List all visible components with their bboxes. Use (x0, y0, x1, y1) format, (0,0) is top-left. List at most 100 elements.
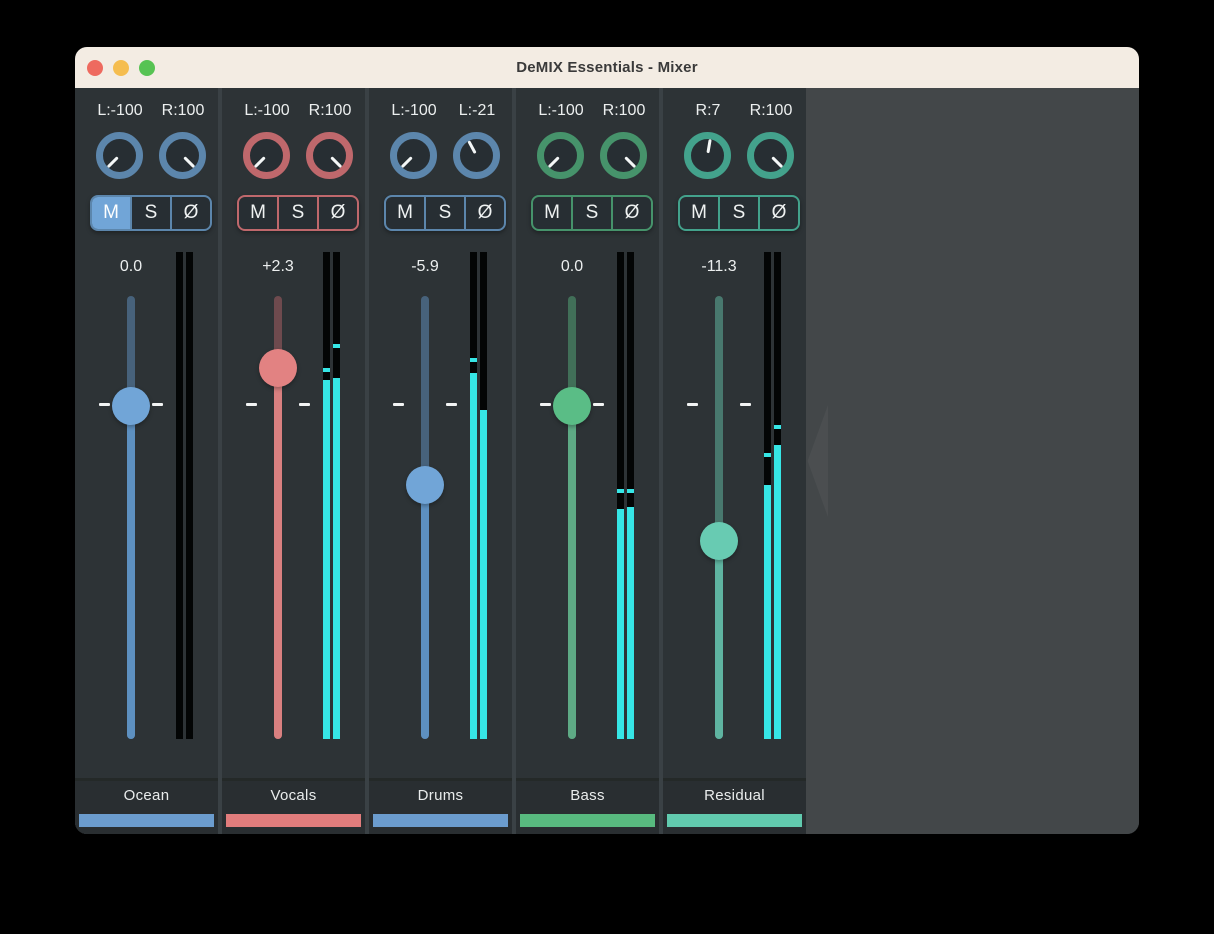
knob-rotor (390, 132, 437, 179)
knob-rotor (306, 132, 353, 179)
zero-db-tick-right (446, 403, 457, 406)
mute-solo-phase-group: M S Ø (678, 195, 800, 231)
fader-track[interactable] (421, 296, 429, 739)
channel-color-bar (226, 814, 361, 827)
solo-button[interactable]: S (718, 197, 758, 229)
fader-handle[interactable] (406, 466, 444, 504)
pan-left-knob[interactable] (390, 132, 437, 179)
knob-pointer-icon (771, 156, 783, 168)
channel-name: Vocals (222, 787, 365, 804)
meter-peak-tick (764, 453, 771, 457)
channel-color-bar (520, 814, 655, 827)
titlebar[interactable]: DeMIX Essentials - Mixer (75, 47, 1139, 88)
channel-strip: R:7 R:100 M S Ø -11.3 (663, 88, 806, 834)
gain-value: +2.3 (222, 258, 334, 276)
phase-button[interactable]: Ø (758, 197, 798, 229)
pan-right-knob[interactable] (453, 132, 500, 179)
channel-color-bar (79, 814, 214, 827)
solo-button[interactable]: S (277, 197, 317, 229)
channel-label-zone: Ocean (75, 778, 218, 834)
gain-value: 0.0 (75, 258, 187, 276)
zero-db-tick-left (99, 403, 110, 406)
mute-button[interactable]: M (533, 197, 571, 229)
level-meter-right (333, 252, 340, 739)
solo-button[interactable]: S (424, 197, 464, 229)
pan-left-knob[interactable] (684, 132, 731, 179)
mute-button[interactable]: M (680, 197, 718, 229)
fader-handle[interactable] (112, 387, 150, 425)
zero-db-tick-left (393, 403, 404, 406)
level-meter-right (186, 252, 193, 739)
solo-button[interactable]: S (571, 197, 611, 229)
knob-rotor (454, 133, 499, 178)
meter-fill (480, 414, 487, 739)
mute-button[interactable]: M (239, 197, 277, 229)
close-button[interactable] (87, 60, 103, 76)
zero-db-tick-right (299, 403, 310, 406)
phase-button[interactable]: Ø (611, 197, 651, 229)
phase-button[interactable]: Ø (170, 197, 210, 229)
solo-button[interactable]: S (130, 197, 170, 229)
mixer-content: L:-100 R:100 M S Ø 0.0 (75, 88, 1139, 834)
level-meter-right (480, 252, 487, 739)
minimize-button[interactable] (113, 60, 129, 76)
mute-button[interactable]: M (92, 197, 130, 229)
fader-handle[interactable] (700, 522, 738, 560)
pan-right-knob[interactable] (306, 132, 353, 179)
fader-handle[interactable] (259, 349, 297, 387)
phase-button[interactable]: Ø (317, 197, 357, 229)
knob-pointer-icon (548, 156, 560, 168)
knob-rotor (159, 132, 206, 179)
fader-track-filled (421, 485, 429, 739)
channel-label-zone: Drums (369, 778, 512, 834)
knob-rotor (537, 132, 584, 179)
meter-peak-tick (323, 368, 330, 372)
pan-right-value: R:100 (579, 102, 669, 120)
pan-left-knob[interactable] (96, 132, 143, 179)
meter-fill (774, 445, 781, 739)
channel-label-zone: Residual (663, 778, 806, 834)
fader-track-filled (568, 406, 576, 739)
fader-track[interactable] (715, 296, 723, 739)
app-window: DeMIX Essentials - Mixer L:-100 R:100 M … (75, 47, 1139, 834)
knob-pointer-icon (467, 140, 476, 154)
zero-db-tick-left (246, 403, 257, 406)
channel-color-bar (667, 814, 802, 827)
knob-pointer-icon (624, 156, 636, 168)
pan-right-knob[interactable] (747, 132, 794, 179)
pan-right-knob[interactable] (159, 132, 206, 179)
fader-track-filled (715, 541, 723, 739)
traffic-lights (87, 47, 155, 88)
gain-value: 0.0 (516, 258, 628, 276)
zoom-button[interactable] (139, 60, 155, 76)
gain-value: -5.9 (369, 258, 481, 276)
channel-strip: L:-100 R:100 M S Ø 0.0 (516, 88, 659, 834)
mute-button[interactable]: M (386, 197, 424, 229)
fader-handle[interactable] (553, 387, 591, 425)
zero-db-tick-left (687, 403, 698, 406)
knob-rotor (689, 137, 727, 175)
meter-fill (764, 485, 771, 739)
knob-pointer-icon (401, 156, 413, 168)
level-meter-left (470, 252, 477, 739)
phase-button[interactable]: Ø (464, 197, 504, 229)
channel-strip: L:-100 R:100 M S Ø +2.3 (222, 88, 365, 834)
meter-peak-tick (480, 410, 487, 414)
watermark-shape (804, 405, 828, 517)
pan-left-knob[interactable] (243, 132, 290, 179)
channel-label-zone: Vocals (222, 778, 365, 834)
meter-peak-tick (774, 425, 781, 429)
level-meter-left (176, 252, 183, 739)
mute-solo-phase-group: M S Ø (90, 195, 212, 231)
fader-track[interactable] (127, 296, 135, 739)
pan-right-knob[interactable] (600, 132, 647, 179)
mute-solo-phase-group: M S Ø (384, 195, 506, 231)
channel-label-zone: Bass (516, 778, 659, 834)
pan-left-knob[interactable] (537, 132, 584, 179)
knob-pointer-icon (107, 156, 119, 168)
level-meter-right (627, 252, 634, 739)
knob-rotor (600, 132, 647, 179)
fader-track[interactable] (568, 296, 576, 739)
channel-row: L:-100 R:100 M S Ø 0.0 (75, 88, 806, 834)
meter-peak-tick (617, 489, 624, 493)
